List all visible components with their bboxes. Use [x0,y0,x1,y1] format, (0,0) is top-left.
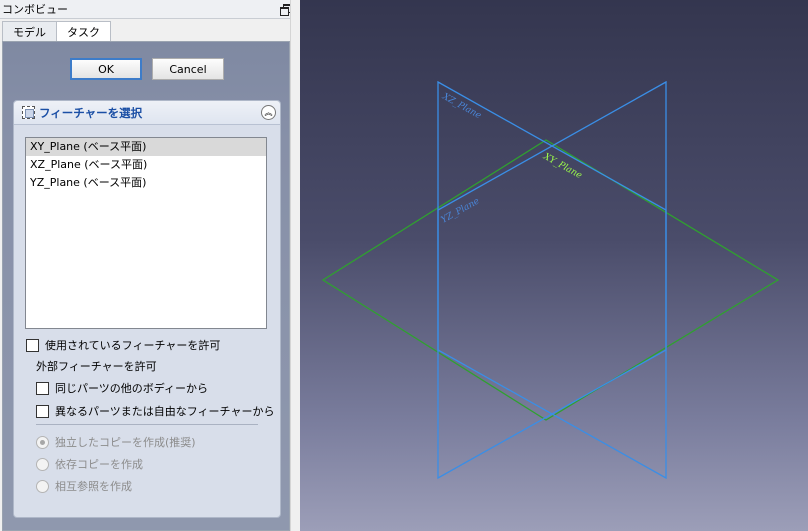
allow-used-label: 使用されているフィーチャーを許可 [45,339,221,352]
yz-plane-label: YZ_Plane [440,196,482,225]
cancel-button[interactable]: Cancel [152,58,224,80]
combo-view-titlebar: コンボビュー [0,0,294,19]
xz-plane-outline[interactable] [437,80,667,480]
collapse-icon[interactable]: ︽ [261,105,276,120]
different-part-label: 異なるパーツまたは自由なフィーチャーから [55,405,275,418]
allow-used-checkbox[interactable] [26,338,39,352]
radio-dependent-row[interactable]: 依存コピーを作成 [36,456,143,472]
radio-independent[interactable] [36,435,49,449]
combo-view: コンボビュー モデル タスク OK Cancel フィーチャーを選択 ︽ XY_… [0,0,294,531]
different-part-row[interactable]: 異なるパーツまたは自由なフィーチャーから [36,403,274,419]
radio-dependent-label: 依存コピーを作成 [55,458,143,471]
3d-view[interactable]: XZ_Plane XY_Plane YZ_Plane [300,0,808,531]
radio-cross-ref[interactable] [36,479,49,493]
same-part-row[interactable]: 同じパーツの他のボディーから [36,380,208,396]
tab-model[interactable]: モデル [2,21,57,41]
panel-splitter[interactable] [290,0,300,531]
yz-plane-outline[interactable] [437,80,667,480]
external-features-header: 外部フィーチャーを許可 [36,360,157,373]
list-item-xz-plane[interactable]: XZ_Plane (ベース平面) [26,156,266,174]
list-item-yz-plane[interactable]: YZ_Plane (ベース平面) [26,174,266,192]
separator [36,424,258,425]
tab-bar: モデル タスク [2,21,111,42]
different-part-checkbox[interactable] [36,404,49,418]
select-feature-panel: フィーチャーを選択 ︽ XY_Plane (ベース平面) XZ_Plane (ベ… [13,100,281,518]
combo-view-title: コンボビュー [2,3,68,16]
float-window-icon[interactable] [280,4,292,16]
radio-cross-ref-row[interactable]: 相互参照を作成 [36,478,132,494]
xy-plane-outline[interactable] [321,139,780,421]
same-part-checkbox[interactable] [36,381,49,395]
panel-title: フィーチャーを選択 [39,105,143,120]
radio-dependent[interactable] [36,457,49,471]
same-part-label: 同じパーツの他のボディーから [55,382,209,395]
xz-plane-label: XZ_Plane [440,91,483,121]
radio-independent-label: 独立したコピーを作成(推奨) [55,436,196,449]
radio-independent-row[interactable]: 独立したコピーを作成(推奨) [36,434,196,450]
feature-list[interactable]: XY_Plane (ベース平面) XZ_Plane (ベース平面) YZ_Pla… [25,137,267,329]
3d-view-canvas: XZ_Plane XY_Plane YZ_Plane [321,80,780,480]
ok-button[interactable]: OK [70,58,142,80]
allow-used-row[interactable]: 使用されているフィーチャーを許可 [26,337,220,353]
task-area: OK Cancel フィーチャーを選択 ︽ XY_Plane (ベース平面) X… [2,41,290,531]
panel-header[interactable]: フィーチャーを選択 ︽ [14,101,280,125]
select-feature-icon [22,106,35,119]
list-item-xy-plane[interactable]: XY_Plane (ベース平面) [26,138,266,156]
radio-cross-ref-label: 相互参照を作成 [55,480,132,493]
xy-plane-label: XY_Plane [541,151,584,181]
tab-task[interactable]: タスク [56,21,111,42]
